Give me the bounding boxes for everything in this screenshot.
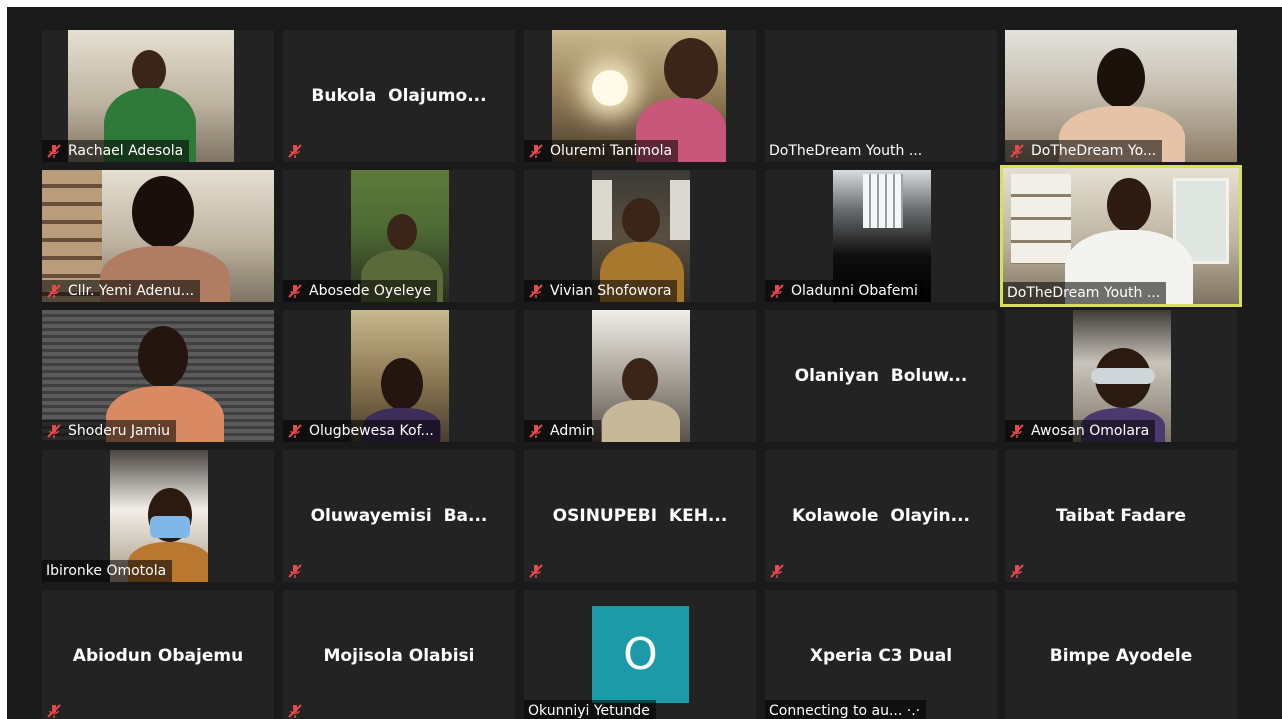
participant-label: Olugbewesa Kof... (283, 420, 440, 442)
participant-label: Oladunni Obafemi (765, 280, 924, 302)
participant-label: Admin (524, 420, 601, 442)
participant-tile-xperia[interactable]: Xperia C3 Dual Connecting to au... ·.· (765, 590, 997, 719)
participant-label: Oluremi Tanimola (524, 140, 679, 162)
connecting-status: Connecting to au... ·.· (769, 703, 921, 719)
muted-mic-icon (288, 564, 302, 578)
participant-label: Abosede Oyeleye (283, 280, 438, 302)
participant-name: Shoderu Jamiu (68, 423, 171, 439)
participant-name: Oluremi Tanimola (550, 143, 673, 159)
participant-name: Cllr. Yemi Adenu... (68, 283, 195, 299)
participant-name: Olaniyan Boluw... (794, 366, 968, 386)
participant-tile-oluremi[interactable]: Oluremi Tanimola (524, 30, 756, 162)
participant-video (592, 310, 690, 442)
participant-label: Shoderu Jamiu (42, 420, 177, 442)
muted-mic-icon (529, 564, 543, 578)
muted-mic-icon (1010, 144, 1024, 158)
muted-mic-icon (529, 144, 543, 158)
participant-name: Abosede Oyeleye (309, 283, 432, 299)
muted-mic-icon (288, 704, 302, 718)
participant-name: Rachael Adesola (68, 143, 184, 159)
participant-name: Bimpe Ayodele (1049, 646, 1193, 666)
muted-mic-icon (529, 284, 543, 298)
participant-tile-bukola[interactable]: Bukola Olajumo... (283, 30, 515, 162)
participant-name: Admin (550, 423, 595, 439)
participant-label: Vivian Shofowora (524, 280, 678, 302)
muted-mic-icon (288, 284, 302, 298)
participant-name: Bukola Olajumo... (311, 86, 487, 106)
participant-name: Abiodun Obajemu (72, 646, 244, 666)
muted-mic-icon (288, 424, 302, 438)
participant-tile-osinupebi[interactable]: OSINUPEBI KEH... (524, 450, 756, 582)
muted-mic-icon (47, 284, 61, 298)
participant-avatar: O (592, 606, 689, 703)
participant-tile-abosede[interactable]: Abosede Oyeleye (283, 170, 515, 302)
participant-label: Rachael Adesola (42, 140, 190, 162)
muted-mic-icon (770, 564, 784, 578)
participant-name: Vivian Shofowora (550, 283, 672, 299)
participant-tile-dothedream-2[interactable]: DoTheDream Yo... (1005, 30, 1237, 162)
muted-mic-icon (1010, 424, 1024, 438)
participant-name: DoTheDream Youth ... (1007, 285, 1161, 301)
participant-tile-oluwayemisi[interactable]: Oluwayemisi Ba... (283, 450, 515, 582)
participant-name: Oladunni Obafemi (791, 283, 918, 299)
participant-tile-ibironke[interactable]: Ibironke Omotola (42, 450, 274, 582)
muted-mic-icon (47, 144, 61, 158)
participant-tile-cllr-yemi[interactable]: Cllr. Yemi Adenu... (42, 170, 274, 302)
participant-label: DoTheDream Youth ... (765, 140, 928, 162)
participant-name: Okunniyi Yetunde (528, 703, 650, 719)
participant-name: DoTheDream Youth ... (769, 143, 923, 159)
participant-tile-okunniyi[interactable]: O Okunniyi Yetunde (524, 590, 756, 719)
participant-label: Okunniyi Yetunde (524, 700, 656, 719)
participant-tile-bimpe[interactable]: Bimpe Ayodele (1005, 590, 1237, 719)
participant-label: DoTheDream Yo... (1005, 140, 1163, 162)
participant-name: Xperia C3 Dual (809, 646, 953, 666)
participant-tile-dothedream-3-active-speaker[interactable]: DoTheDream Youth ... (1000, 165, 1242, 307)
participant-label: Cllr. Yemi Adenu... (42, 280, 201, 302)
participant-tile-olaniyan[interactable]: Olaniyan Boluw... (765, 310, 997, 442)
muted-mic-icon (770, 284, 784, 298)
participant-tile-rachael-adesola[interactable]: Rachael Adesola (42, 30, 274, 162)
participant-tile-awosan[interactable]: Awosan Omolara (1005, 310, 1237, 442)
participant-name: Awosan Omolara (1031, 423, 1150, 439)
participant-tile-dothedream-1[interactable]: DoTheDream Youth ... (765, 30, 997, 162)
muted-mic-icon (529, 424, 543, 438)
participant-tile-admin[interactable]: Admin (524, 310, 756, 442)
participant-name: OSINUPEBI KEH... (552, 506, 728, 526)
participant-label: Awosan Omolara (1005, 420, 1156, 442)
participant-tile-abiodun[interactable]: Abiodun Obajemu (42, 590, 274, 719)
participant-tile-oladunni[interactable]: Oladunni Obafemi (765, 170, 997, 302)
participant-tile-kolawole[interactable]: Kolawole Olayin... (765, 450, 997, 582)
meeting-gallery: Rachael Adesola Bukola Olajumo... Olurem… (7, 7, 1282, 719)
participant-tile-vivian[interactable]: Vivian Shofowora (524, 170, 756, 302)
participant-label: Ibironke Omotola (42, 560, 173, 582)
participant-name: Ibironke Omotola (46, 563, 167, 579)
participant-tile-olugbewesa[interactable]: Olugbewesa Kof... (283, 310, 515, 442)
participant-name: Oluwayemisi Ba... (310, 506, 488, 526)
participant-tile-mojisola[interactable]: Mojisola Olabisi (283, 590, 515, 719)
muted-mic-icon (47, 704, 61, 718)
muted-mic-icon (1010, 564, 1024, 578)
participant-status-label: Connecting to au... ·.· (765, 700, 927, 719)
participant-name: Mojisola Olabisi (323, 646, 475, 666)
participant-name: DoTheDream Yo... (1031, 143, 1157, 159)
muted-mic-icon (47, 424, 61, 438)
participant-label: DoTheDream Youth ... (1003, 282, 1167, 304)
muted-mic-icon (288, 144, 302, 158)
participant-tile-shoderu[interactable]: Shoderu Jamiu (42, 310, 274, 442)
participant-name: Kolawole Olayin... (791, 506, 971, 526)
participant-tile-taibat[interactable]: Taibat Fadare (1005, 450, 1237, 582)
participant-name: Taibat Fadare (1055, 506, 1187, 526)
participant-name: Olugbewesa Kof... (309, 423, 434, 439)
